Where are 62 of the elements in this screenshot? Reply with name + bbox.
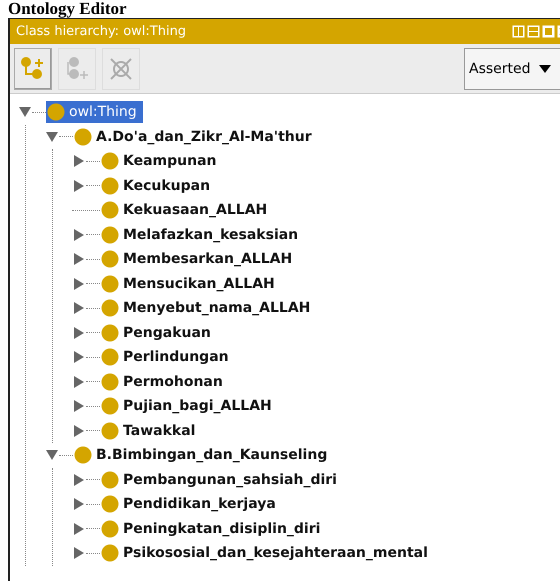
- class-icon: [101, 201, 119, 220]
- add-subclass-icon: [20, 56, 46, 82]
- collapsed-arrow-icon[interactable]: [72, 326, 86, 340]
- collapsed-arrow-icon[interactable]: [72, 522, 86, 536]
- collapsed-arrow-icon[interactable]: [72, 154, 86, 168]
- tree-item[interactable]: Pendidikan_kerjaya: [100, 493, 282, 516]
- tree-item[interactable]: Pujian_bagi_ALLAH: [100, 395, 278, 418]
- class-icon: [101, 422, 119, 440]
- class-icon: [74, 446, 92, 464]
- tree-item[interactable]: Pengakuan: [100, 322, 217, 344]
- collapsed-arrow-icon[interactable]: [72, 497, 86, 512]
- tree-item[interactable]: Kekuasaan_ALLAH: [100, 199, 274, 222]
- class-icon: [101, 226, 119, 244]
- class-icon: [101, 176, 119, 195]
- collapsed-arrow-icon[interactable]: [72, 399, 86, 414]
- tree-item[interactable]: Peningkatan_disiplin_diri: [100, 518, 326, 540]
- class-icon: [101, 544, 119, 562]
- class-icon: [101, 299, 119, 318]
- tree-item[interactable]: Kecukupan: [100, 174, 216, 197]
- class-icon: [101, 348, 119, 366]
- class-icon: [47, 103, 65, 122]
- class-icon: [101, 372, 119, 391]
- tree-item[interactable]: Psikososial_dan_kesejahteraan_mental: [100, 542, 434, 564]
- collapsed-arrow-icon[interactable]: [72, 374, 86, 389]
- class-icon: [101, 152, 119, 170]
- collapsed-arrow-icon[interactable]: [72, 252, 86, 266]
- collapsed-arrow-icon[interactable]: [72, 301, 86, 316]
- tree-item[interactable]: Tawakkal: [100, 420, 202, 442]
- tree-item[interactable]: Pembangunan_sahsiah_diri: [100, 468, 343, 491]
- class-icon: [101, 520, 119, 538]
- collapsed-arrow-icon[interactable]: [72, 228, 86, 242]
- class-icon: [101, 397, 119, 416]
- tree-item[interactable]: Keampunan: [100, 150, 223, 172]
- view-dropdown[interactable]: Asserted: [464, 48, 560, 90]
- tree-item[interactable]: A.Do'a_dan_Zikr_Al-Ma'thur: [73, 126, 318, 148]
- class-icon: [101, 470, 119, 489]
- class-icon: [101, 495, 119, 514]
- tree-item[interactable]: Perlindungan: [100, 346, 235, 368]
- expanded-arrow-icon[interactable]: [18, 105, 32, 120]
- collapsed-arrow-icon[interactable]: [72, 472, 86, 487]
- collapsed-arrow-icon[interactable]: [72, 276, 86, 291]
- collapsed-arrow-icon[interactable]: [72, 424, 86, 438]
- class-icon: [74, 128, 92, 146]
- expanded-arrow-icon[interactable]: [45, 448, 59, 462]
- class-icon: [101, 324, 119, 342]
- dropdown-caret-icon: [538, 64, 551, 72]
- delete-class-icon: [108, 56, 134, 82]
- tree-item[interactable]: B.Bimbingan_dan_Kaunseling: [73, 444, 334, 466]
- tree-item[interactable]: owl:Thing: [46, 101, 143, 124]
- collapsed-arrow-icon[interactable]: [72, 178, 86, 193]
- tree-item[interactable]: Permohonan: [100, 370, 229, 393]
- tree-item[interactable]: Membesarkan_ALLAH: [100, 248, 298, 270]
- collapsed-arrow-icon[interactable]: [72, 350, 86, 364]
- page-heading: Ontology Editor: [8, 0, 128, 18]
- tree-item[interactable]: Mensucikan_ALLAH: [100, 272, 281, 295]
- panel-title: Class hierarchy: owl:Thing: [16, 24, 188, 39]
- tree-item[interactable]: Menyebut_nama_ALLAH: [100, 297, 316, 320]
- class-icon: [101, 250, 119, 268]
- tree-item[interactable]: Melafazkan_kesaksian: [100, 224, 304, 246]
- collapsed-arrow-icon[interactable]: [72, 546, 86, 560]
- expanded-arrow-icon[interactable]: [45, 130, 59, 144]
- class-icon: [101, 274, 119, 293]
